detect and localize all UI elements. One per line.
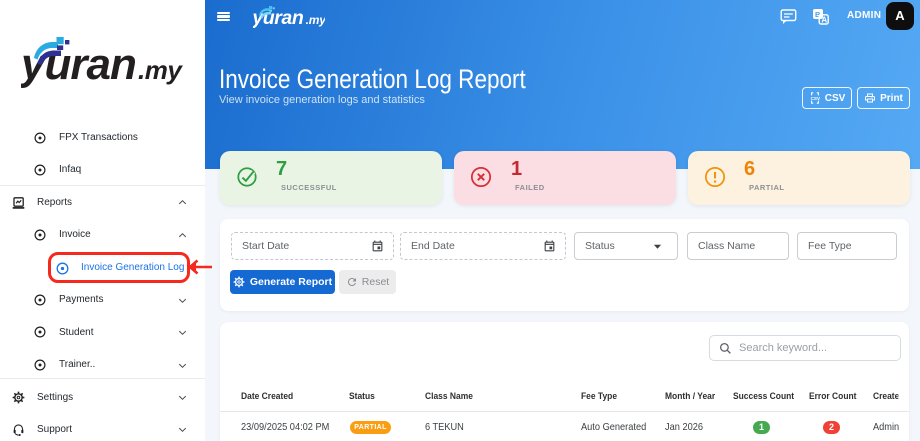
svg-text:.my: .my [306,13,325,27]
svg-text:yuran: yuran [21,40,136,89]
svg-text:.my: .my [138,55,183,85]
svg-text:CSV: CSV [810,96,820,101]
svg-text:A: A [821,16,827,25]
